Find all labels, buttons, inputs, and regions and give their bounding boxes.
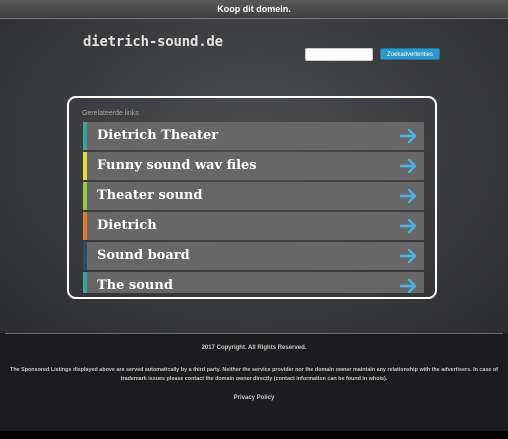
related-link-label: Sound board <box>97 248 190 263</box>
copyright-text: 2017 Copyright. All Rights Reserved. <box>201 345 307 351</box>
related-links-box: Gerelateerde links Dietrich Theater Funny… <box>67 96 437 299</box>
related-link-item[interactable]: The sound <box>83 272 424 293</box>
arrow-right-icon <box>400 158 417 174</box>
related-link-label: Dietrich Theater <box>97 128 219 143</box>
link-color-stripe <box>83 152 87 180</box>
related-link-item[interactable]: Dietrich Theater <box>83 122 424 150</box>
disclaimer-text: The Sponsored Listings displayed above a… <box>10 367 498 382</box>
link-color-stripe <box>83 212 87 240</box>
related-link-label: Dietrich <box>97 218 157 233</box>
arrow-right-icon <box>400 248 417 264</box>
related-links-heading: Gerelateerde links <box>82 110 139 117</box>
related-link-label: Funny sound wav files <box>97 158 257 173</box>
bottom-strip <box>0 431 508 439</box>
related-link-item[interactable]: Theater sound <box>83 182 424 210</box>
privacy-policy-link[interactable]: Privacy Policy <box>0 395 508 401</box>
arrow-right-icon <box>400 188 417 204</box>
link-color-stripe <box>83 122 87 150</box>
search-button[interactable]: Zoekadvertenties <box>380 48 440 60</box>
arrow-right-icon <box>400 218 417 234</box>
footer-divider <box>5 333 503 334</box>
arrow-right-icon <box>400 128 417 144</box>
related-link-item[interactable]: Sound board <box>83 242 424 270</box>
related-link-label: Theater sound <box>97 188 203 203</box>
related-link-item[interactable]: Funny sound wav files <box>83 152 424 180</box>
arrow-right-icon <box>400 278 417 293</box>
related-link-label: The sound <box>97 278 173 293</box>
search-input[interactable] <box>305 48 373 61</box>
buy-domain-bar[interactable]: Koop dit domein. <box>0 0 508 19</box>
link-color-stripe <box>83 272 87 293</box>
link-color-stripe <box>83 242 87 270</box>
link-color-stripe <box>83 182 87 210</box>
related-link-item[interactable]: Dietrich <box>83 212 424 240</box>
related-links-list: Dietrich Theater Funny sound wav files The… <box>83 122 424 293</box>
domain-logo: dietrich-sound.de <box>83 34 223 50</box>
